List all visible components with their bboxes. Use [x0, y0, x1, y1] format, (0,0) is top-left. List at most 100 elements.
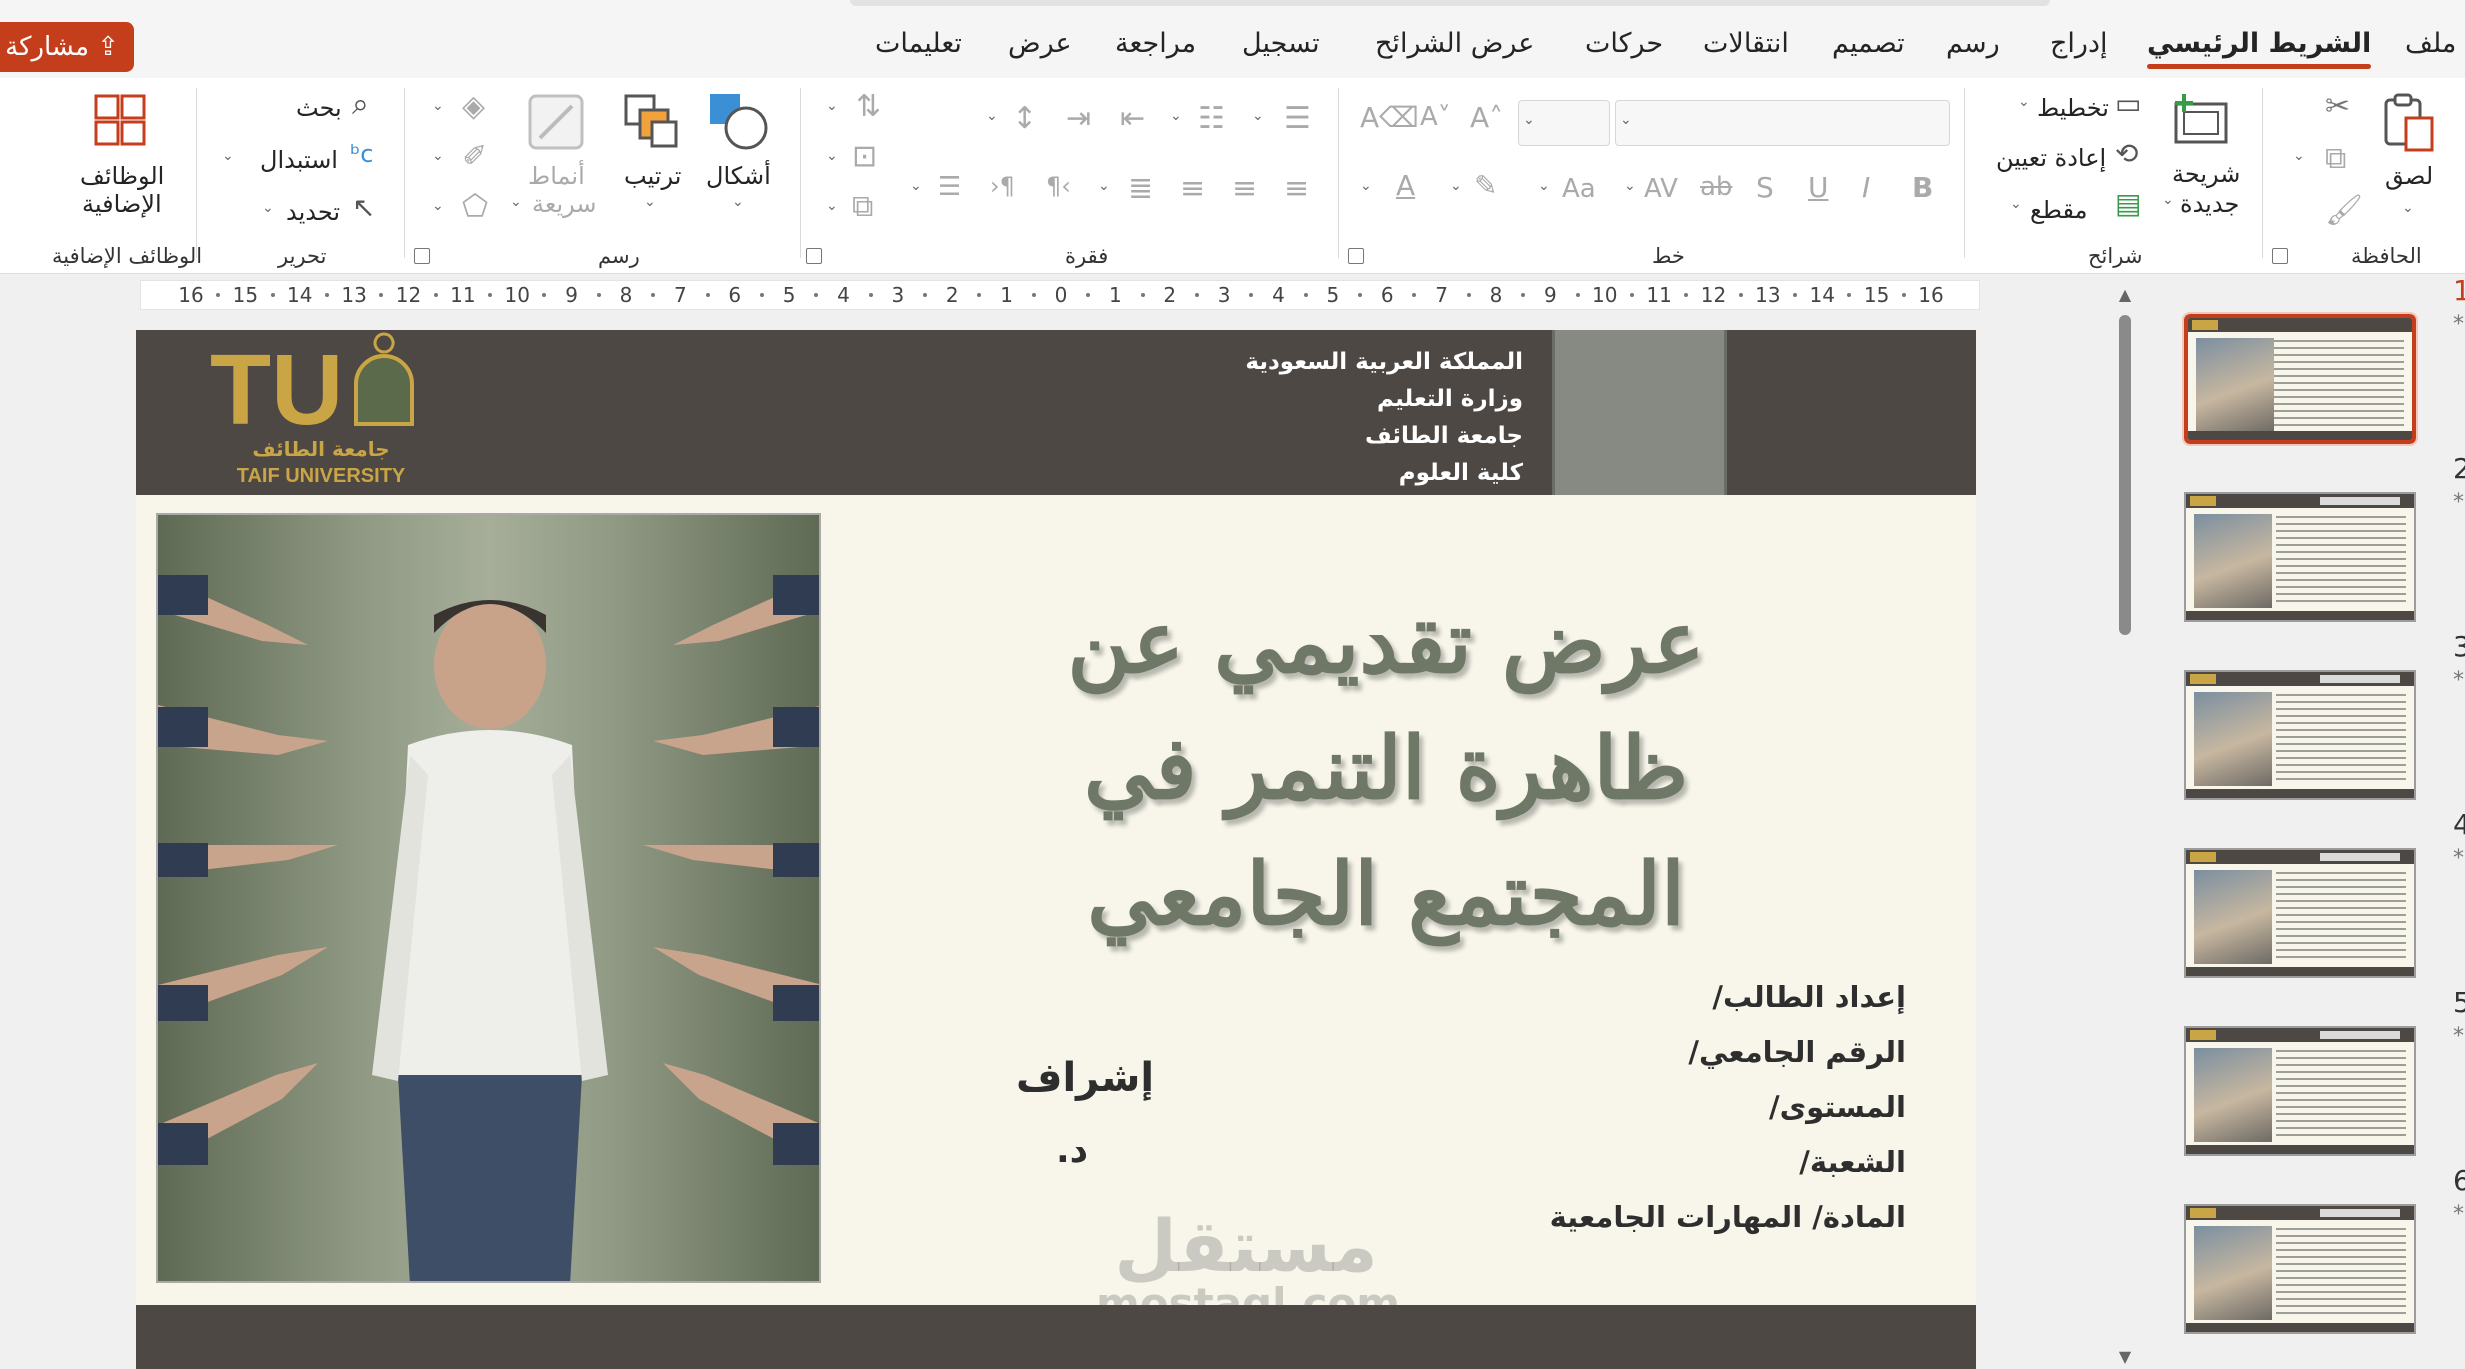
thumbnail-frame[interactable]: [2182, 312, 2418, 446]
font-color-icon[interactable]: A: [1396, 172, 1415, 200]
numbering-icon[interactable]: ☷: [1198, 104, 1225, 134]
scroll-up-icon[interactable]: ▲: [2116, 285, 2134, 304]
align-text-icon[interactable]: ⊡: [852, 142, 877, 172]
text-direction-icon[interactable]: ⇅: [856, 92, 881, 122]
tab-view[interactable]: عرض: [1008, 28, 1072, 59]
select-label[interactable]: تحديد: [286, 198, 340, 226]
shape-fill-chevron-icon[interactable]: ⌄: [432, 98, 444, 114]
find-icon[interactable]: ⌕: [352, 90, 369, 120]
align-left-icon[interactable]: ≡: [1180, 174, 1205, 204]
drawing-launcher-icon[interactable]: [414, 248, 430, 264]
paste-chevron-icon[interactable]: ⌄: [2402, 200, 2414, 216]
slide-editor-canvas[interactable]: TU جامعة الطائف TAIF UNIVERSITY المملكة …: [0, 312, 2110, 1369]
font-name-chevron-icon[interactable]: ⌄: [1620, 112, 1632, 128]
scrollbar-thumb[interactable]: [2119, 315, 2131, 635]
shape-outline-icon[interactable]: ✐: [462, 142, 487, 172]
paste-icon[interactable]: [2380, 92, 2438, 156]
shape-outline-chevron-icon[interactable]: ⌄: [432, 148, 444, 164]
layout-label[interactable]: تخطيط: [2037, 94, 2109, 122]
tab-home[interactable]: الشريط الرئيسي: [2147, 28, 2372, 69]
bullets-icon[interactable]: ☰: [1284, 104, 1311, 134]
slide-thumbnail[interactable]: 5 *: [2140, 986, 2465, 1156]
slide-title[interactable]: عرض تقديمي عن ظاهرة التنمر في المجتمع ال…: [836, 580, 1936, 958]
justify-icon[interactable]: ≣: [1128, 174, 1153, 204]
change-case-icon[interactable]: Aa: [1562, 174, 1596, 204]
arrange-icon[interactable]: [622, 92, 680, 150]
section-label[interactable]: مقطع: [2030, 196, 2087, 224]
font-size-chevron-icon[interactable]: ⌄: [1523, 112, 1535, 128]
columns-chevron-icon[interactable]: ⌄: [910, 178, 922, 194]
shapes-chevron-icon[interactable]: ⌄: [732, 194, 744, 210]
replace-chevron-icon[interactable]: ⌄: [222, 148, 234, 164]
replace-label[interactable]: استبدال: [260, 146, 338, 174]
highlight-icon[interactable]: ✎: [1474, 172, 1497, 200]
paste-label[interactable]: لصق: [2385, 162, 2433, 190]
shape-effects-chevron-icon[interactable]: ⌄: [432, 198, 444, 214]
tab-slideshow[interactable]: عرض الشرائح: [1375, 28, 1534, 59]
thumbnail-frame[interactable]: [2184, 1026, 2416, 1156]
highlight-chevron-icon[interactable]: ⌄: [1450, 178, 1462, 194]
tab-animations[interactable]: حركات: [1585, 28, 1663, 59]
current-slide[interactable]: TU جامعة الطائف TAIF UNIVERSITY المملكة …: [136, 330, 1976, 1369]
quick-styles-chevron-icon[interactable]: ⌄: [510, 194, 522, 210]
section-icon[interactable]: ▤: [2115, 190, 2141, 218]
tab-record[interactable]: تسجيل: [1242, 28, 1320, 59]
italic-icon[interactable]: I: [1862, 174, 1870, 202]
header-text-block[interactable]: المملكة العربية السعودية وزارة التعليم ج…: [1245, 344, 1523, 492]
thumbnail-frame[interactable]: [2184, 1204, 2416, 1334]
shapes-icon[interactable]: [708, 92, 770, 152]
student-info-block[interactable]: إعداد الطالب/ الرقم الجامعي/ المستوى/ ال…: [1550, 970, 1906, 1245]
bullying-photo[interactable]: [156, 513, 821, 1283]
reset-icon[interactable]: ⟲: [2115, 140, 2138, 168]
tab-review[interactable]: مراجعة: [1115, 28, 1196, 59]
slide-thumbnail[interactable]: 1 *: [2140, 274, 2465, 446]
shadow-icon[interactable]: S: [1756, 174, 1774, 202]
select-icon[interactable]: ↖: [352, 194, 375, 222]
paragraph-launcher-icon[interactable]: [806, 248, 822, 264]
shapes-label[interactable]: أشكال: [706, 162, 771, 190]
addins-label-1[interactable]: الوظائف: [80, 162, 164, 190]
rtl-icon[interactable]: ¶‹: [1046, 174, 1071, 198]
share-button[interactable]: مشاركة ⇪: [0, 22, 134, 72]
slide-thumbnail[interactable]: 2 *: [2140, 452, 2465, 622]
copy-icon[interactable]: ⧉: [2325, 144, 2346, 174]
section-chevron-icon[interactable]: ⌄: [2010, 196, 2022, 212]
quick-styles-label-1[interactable]: أنماط: [528, 162, 585, 190]
change-case-chevron-icon[interactable]: ⌄: [1538, 178, 1550, 194]
layout-chevron-icon[interactable]: ⌄: [2018, 94, 2030, 110]
select-chevron-icon[interactable]: ⌄: [262, 200, 274, 216]
tab-draw[interactable]: رسم: [1946, 28, 2000, 59]
reset-label[interactable]: إعادة تعيين: [1996, 144, 2106, 172]
bullets-chevron-icon[interactable]: ⌄: [1252, 108, 1264, 124]
thumbnail-frame[interactable]: [2184, 492, 2416, 622]
justify-chevron-icon[interactable]: ⌄: [1098, 178, 1110, 194]
tab-transitions[interactable]: انتقالات: [1703, 28, 1789, 59]
quick-styles-label-2[interactable]: سريعة: [532, 190, 596, 218]
tab-insert[interactable]: إدراج: [2050, 28, 2108, 59]
font-name-field[interactable]: [1615, 100, 1950, 146]
quick-styles-icon[interactable]: [526, 92, 586, 152]
tab-help[interactable]: تعليمات: [875, 28, 962, 59]
cut-icon[interactable]: ✂: [2325, 92, 2350, 122]
increase-font-icon[interactable]: A˄: [1470, 104, 1503, 132]
bold-icon[interactable]: B: [1912, 174, 1933, 202]
new-slide-label-2[interactable]: جديدة: [2180, 190, 2239, 218]
align-text-chevron-icon[interactable]: ⌄: [826, 148, 838, 164]
layout-icon[interactable]: ▭: [2115, 90, 2141, 118]
font-launcher-icon[interactable]: [1348, 248, 1364, 264]
horizontal-ruler[interactable]: 16 15 14 13 12 11 10 9 8 7 6 5 4 3 2 1 0 1 2 3 4 5 6 7 8 9 10 11 12 1…: [140, 280, 1980, 310]
tab-file[interactable]: ملف: [2405, 28, 2456, 59]
editor-vertical-scrollbar[interactable]: ▲ ▼: [2116, 285, 2134, 1369]
new-slide-icon[interactable]: [2172, 92, 2232, 148]
char-spacing-icon[interactable]: AV: [1644, 174, 1678, 204]
smartart-chevron-icon[interactable]: ⌄: [826, 198, 838, 214]
thumbnail-frame[interactable]: [2184, 848, 2416, 978]
columns-icon[interactable]: ☰: [938, 174, 961, 200]
clear-formatting-icon[interactable]: A⌫: [1360, 104, 1419, 132]
underline-icon[interactable]: U: [1808, 174, 1829, 202]
line-spacing-icon[interactable]: ↕: [1012, 104, 1037, 134]
doctor-label[interactable]: د.: [1056, 1130, 1088, 1171]
align-right-icon[interactable]: ≡: [1284, 174, 1309, 204]
clipboard-launcher-icon[interactable]: [2272, 248, 2288, 264]
decrease-font-icon[interactable]: A˅: [1420, 104, 1451, 130]
